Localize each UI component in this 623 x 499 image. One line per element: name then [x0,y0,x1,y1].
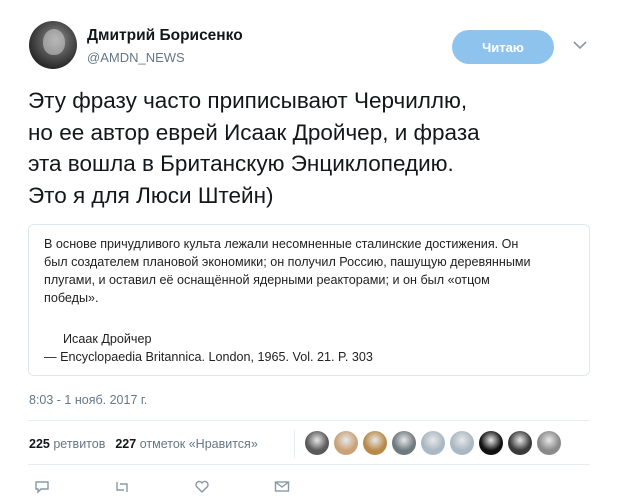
reply-icon[interactable] [34,480,50,494]
chevron-down-icon[interactable] [571,36,589,54]
retweets-label: ретвитов [53,437,106,451]
liker-avatar-5[interactable] [421,431,445,455]
attached-quote-image[interactable]: В основе причудливого культа лежали несо… [28,224,590,376]
retweets-stat[interactable]: 225 ретвитов [29,437,105,451]
like-icon[interactable] [194,480,210,494]
divider [28,420,590,421]
liker-avatar-7[interactable] [479,431,503,455]
quote-line: победы». [44,291,99,305]
liker-avatar-8[interactable] [508,431,532,455]
tweet-line: эта вошла в Британскую Энциклопедию. [28,151,454,176]
quote-author: Исаак Дройчер [63,332,152,346]
liker-avatar-3[interactable] [363,431,387,455]
likes-stat[interactable]: 227 отметок «Нравится» [115,437,257,451]
liker-avatar-4[interactable] [392,431,416,455]
quote-line: был создателем плановой экономики; он по… [44,255,531,269]
tweet-stats: 225 ретвитов 227 отметок «Нравится» [29,437,258,451]
author-handle[interactable]: @AMDN_NEWS [87,50,185,65]
author-avatar[interactable] [29,21,77,69]
liker-avatar-1[interactable] [305,431,329,455]
liker-avatar-2[interactable] [334,431,358,455]
quote-line: В основе причудливого культа лежали несо… [44,237,519,251]
tweet-timestamp[interactable]: 8:03 - 1 нояб. 2017 г. [29,393,147,407]
tweet-line: но ее автор еврей Исаак Дройчер, и фраза [28,119,480,145]
quote-line: плугами, и оставил её оснащённой ядерным… [44,273,490,287]
stats-divider [294,430,295,458]
divider [28,464,590,465]
likers-avatars [305,431,566,457]
retweet-icon[interactable] [114,480,130,494]
follow-button[interactable]: Читаю [452,30,554,64]
tweet-line: Эту фразу часто приписывают Черчиллю, [28,88,468,113]
message-icon[interactable] [274,480,290,494]
quote-source: — Encyclopaedia Britannica. London, 1965… [44,350,373,364]
author-name[interactable]: Дмитрий Борисенко [87,27,243,45]
retweets-count: 225 [29,437,50,451]
liker-avatar-9[interactable] [537,431,561,455]
likes-label: отметок «Нравится» [139,437,258,451]
quote-text: В основе причудливого культа лежали несо… [44,235,584,307]
tweet-text: Эту фразу часто приписывают Черчиллю, но… [28,85,598,211]
tweet-line: Это я для Люси Штейн) [28,182,274,208]
likes-count: 227 [115,437,137,451]
tweet-actions [28,478,328,494]
liker-avatar-6[interactable] [450,431,474,455]
